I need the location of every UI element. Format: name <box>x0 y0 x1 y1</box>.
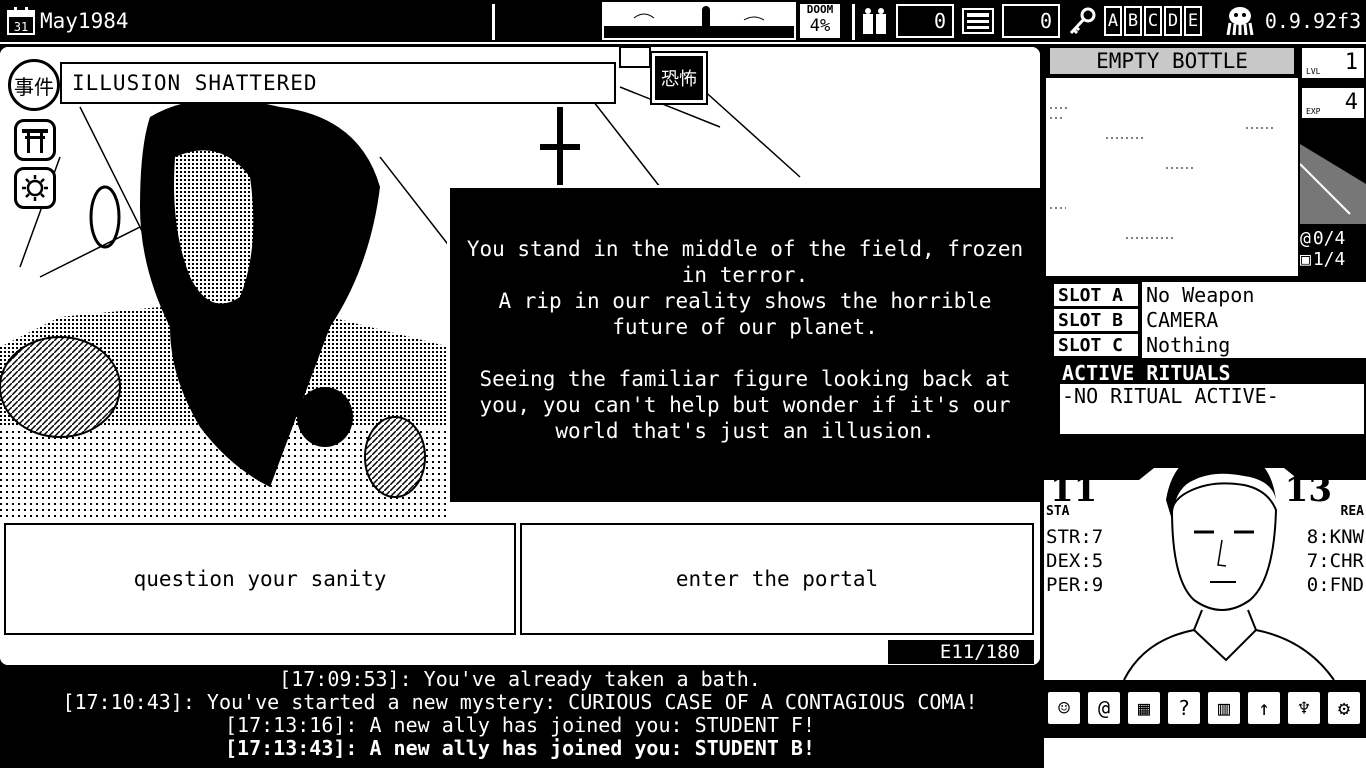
stamina-label: STA <box>1046 504 1070 519</box>
divider <box>852 4 855 40</box>
rituals-status: -NO RITUAL ACTIVE- <box>1062 384 1279 408</box>
funds-counter: 0 <box>1002 4 1060 38</box>
doom-value: 4% <box>809 16 831 36</box>
narrative-line-1: You stand in the middle of the field, fr… <box>466 237 1024 287</box>
message-log: [17:09:53]: You've already taken a bath.… <box>0 668 1040 768</box>
doom-meter: DOOM 4% <box>798 2 842 40</box>
slot-c-row[interactable]: SLOT C Nothing <box>1052 332 1366 358</box>
narrative-line-2: A rip in our reality shows the horrible … <box>498 289 992 339</box>
doom-scene-strip <box>602 2 796 40</box>
item-counter-row: ▣ 1/4 <box>1300 249 1366 270</box>
spell-counter: 0/4 <box>1312 228 1346 249</box>
allies-counter: 0 <box>896 4 954 38</box>
narrative-box: You stand in the middle of the field, fr… <box>447 185 1040 505</box>
lighthouse-icon <box>604 6 794 38</box>
slot-b-label: SLOT B <box>1052 307 1140 333</box>
reason-value: 13 <box>1284 470 1332 510</box>
stats-icon[interactable]: ▦ <box>1126 690 1162 726</box>
sun-icon[interactable] <box>14 167 56 209</box>
slot-a-value: No Weapon <box>1140 282 1366 308</box>
bottom-panel <box>1044 738 1366 768</box>
slot-b-value: CAMERA <box>1140 307 1366 333</box>
horror-sign: 恐怖 <box>650 51 708 105</box>
rituals-header: ACTIVE RITUALS <box>1060 361 1364 385</box>
log-entry: [17:10:43]: You've started a new mystery… <box>62 690 978 714</box>
slot-c-label: SLOT C <box>1052 332 1140 358</box>
stat-chr: 7:CHR <box>1306 550 1364 572</box>
choice-enter-portal[interactable]: enter the portal <box>520 523 1034 635</box>
map-icon[interactable]: ☺ <box>1046 690 1082 726</box>
log-entry: [17:13:43]: A new ally has joined you: S… <box>224 736 815 760</box>
key-slot-b[interactable]: B <box>1124 6 1142 36</box>
stat-fnd: 0:FND <box>1306 574 1364 596</box>
key-slot-a[interactable]: A <box>1104 6 1122 36</box>
allies-icon[interactable] <box>858 4 892 38</box>
key-slot-e[interactable]: E <box>1184 6 1202 36</box>
allies-menu-icon[interactable]: ? <box>1166 690 1202 726</box>
key-slot-d[interactable]: D <box>1164 6 1182 36</box>
date-label: May1984 <box>40 9 129 33</box>
stat-str: STR:7 <box>1046 526 1104 548</box>
location-thumbnail-svg <box>1299 144 1366 224</box>
settings-gear-icon[interactable]: ⚙ <box>1326 690 1362 726</box>
choice-question-sanity[interactable]: question your sanity <box>4 523 516 635</box>
event-badge: 事件 <box>8 59 60 111</box>
key-slots: A B C D E <box>1104 4 1222 38</box>
allies-icon-svg <box>863 8 886 34</box>
stat-knw: 8:KNW <box>1306 526 1364 548</box>
level-label: LVL <box>1306 67 1321 76</box>
character-panel[interactable]: 11 STA 13 REA STR:7 DEX:5 PER:9 8:KNW 7:… <box>1044 440 1366 680</box>
slot-b-row[interactable]: SLOT B CAMERA <box>1052 307 1366 333</box>
key-slot-c[interactable]: C <box>1144 6 1162 36</box>
doom-label: DOOM <box>806 3 834 16</box>
spiral-menu-icon[interactable]: @ <box>1086 690 1122 726</box>
version-label: 0.9.92f3 <box>1264 9 1362 33</box>
stat-per: PER:9 <box>1046 574 1104 596</box>
key-icon <box>1064 4 1100 38</box>
funds-icon[interactable] <box>958 4 998 38</box>
key-icon-svg <box>1069 7 1096 35</box>
level-up-icon[interactable]: ↑ <box>1246 690 1282 726</box>
event-scene: 事件 恐怖 You stand in the middle of the fie… <box>0 47 1040 665</box>
location-thumbnail <box>1299 124 1366 224</box>
inventory-static <box>1046 78 1298 276</box>
sun-icon-svg <box>22 175 48 201</box>
counters-box: @ 0/4 ▣ 1/4 <box>1300 228 1366 276</box>
log-entry: [17:09:53]: You've already taken a bath. <box>279 667 761 691</box>
exp-box: EXP 4 <box>1300 86 1366 120</box>
item-counter: 1/4 <box>1312 249 1346 270</box>
top-status-bar: 31 May1984 DOOM 4% 0 0 A B C D E 0.9.92f… <box>0 0 1366 44</box>
level-box: LVL 1 <box>1300 46 1366 80</box>
torii-icon-svg <box>22 129 48 153</box>
svg-text:31: 31 <box>14 20 28 34</box>
level-value: 1 <box>1344 50 1358 75</box>
octopus-icon <box>1226 7 1254 36</box>
slot-c-value: Nothing <box>1140 332 1366 358</box>
divider <box>492 4 495 40</box>
exp-label: EXP <box>1306 107 1321 116</box>
rituals-panel: ACTIVE RITUALS -NO RITUAL ACTIVE- <box>1058 360 1366 436</box>
old-god-menu-icon[interactable]: ♆ <box>1286 690 1322 726</box>
log-entry: [17:13:16]: A new ally has joined you: S… <box>224 713 815 737</box>
calendar-icon-svg: 31 <box>7 7 35 35</box>
slot-a-row[interactable]: SLOT A No Weapon <box>1052 282 1366 308</box>
spell-counter-row: @ 0/4 <box>1300 228 1366 249</box>
stat-dex: DEX:5 <box>1046 550 1104 572</box>
old-god-icon[interactable] <box>1222 4 1258 38</box>
spiral-icon: @ <box>1300 228 1311 249</box>
exp-value: 4 <box>1344 90 1358 115</box>
inventory-panel <box>1046 78 1298 276</box>
narrative-line-3: Seeing the familiar figure looking back … <box>479 367 1011 443</box>
funds-icon-svg <box>962 8 994 34</box>
journal-icon[interactable]: ▥ <box>1206 690 1242 726</box>
reason-label: REA <box>1340 504 1364 519</box>
torii-icon[interactable] <box>14 119 56 161</box>
bag-icon: ▣ <box>1300 249 1311 270</box>
turn-counter: E11/180 <box>888 640 1034 664</box>
event-title: ILLUSION SHATTERED <box>60 62 616 104</box>
slot-a-label: SLOT A <box>1052 282 1140 308</box>
calendar-icon: 31 <box>6 4 36 38</box>
inventory-item-name[interactable]: EMPTY BOTTLE <box>1048 46 1296 76</box>
